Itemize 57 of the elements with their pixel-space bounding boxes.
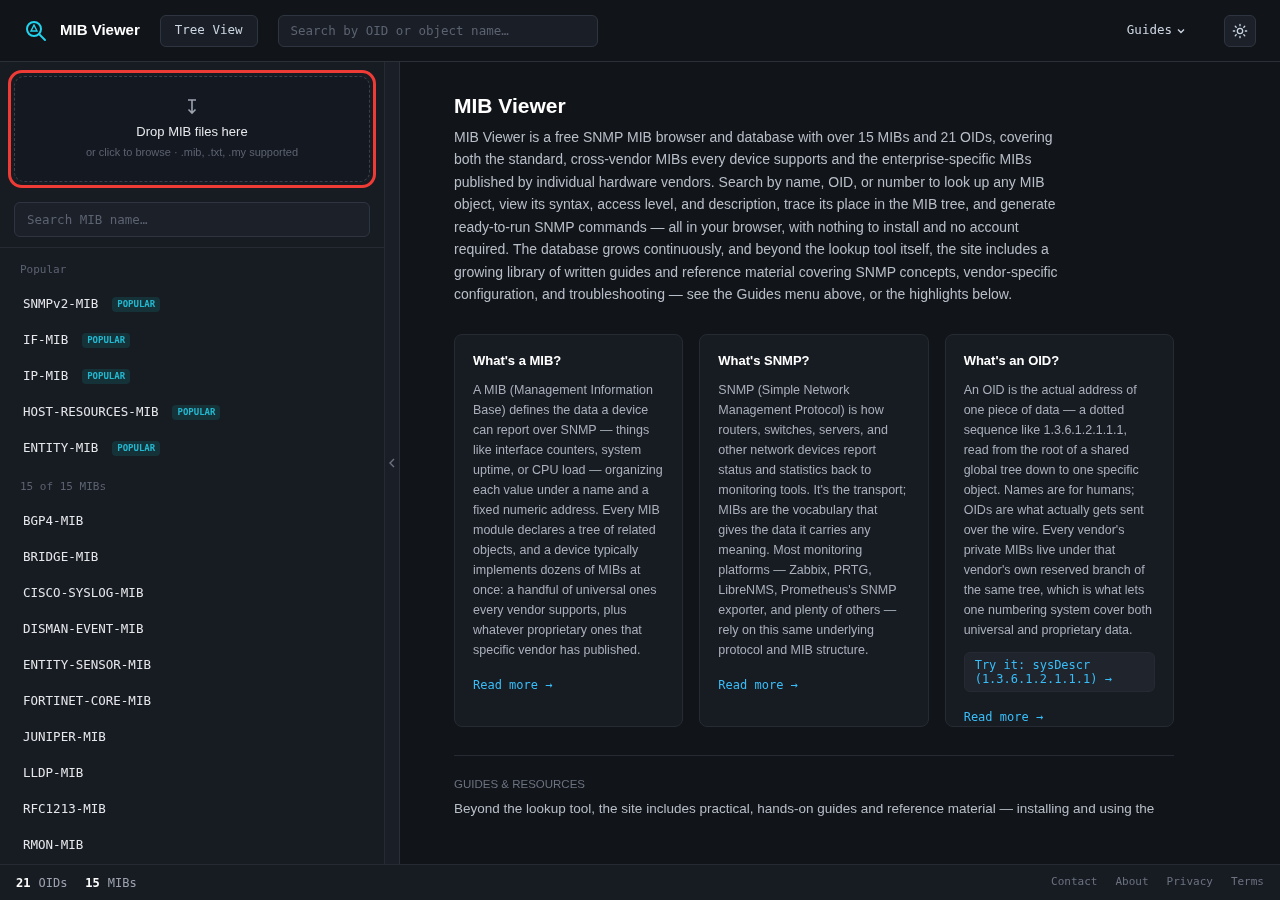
mib-list-item[interactable]: ENTITY-MIB [23,439,99,458]
mib-list-item[interactable]: JUNIPER-MIB [23,727,106,747]
guides-menu[interactable]: Guides [1126,21,1186,40]
page-title: MIB Viewer [454,93,567,119]
drop-zone-hint: or click to browse · .mib, .txt, .my supported [85,144,299,160]
try-it-link[interactable]: Try it: sysDescr (1.3.6.1.2.1.1.1) → [963,652,1155,692]
section-heading: GUIDES & RESOURCES [454,776,586,792]
footer-link[interactable]: Privacy [1166,874,1213,891]
card-text: An OID is the actual address of one piece of data — a dotted sequence like 1.3.6.1.2.1.1.1, read from the root of a shared global tree down to one specific object. Names are for humans; OIDs are what actually gets sent over the wire. Every vendor's private MIBs live under that vendor's own reserved branch of the same tree, which is what lets one numbering system cover both universal and proprietary data. [963,382,1153,639]
mib-list-item[interactable]: LLDP-MIB [23,763,84,783]
read-more-link[interactable]: Read more → [473,676,665,694]
mib-label: MIBs [107,874,137,892]
magnifier-icon [24,18,48,43]
mib-list-item[interactable]: SNMPv2-MIB [23,295,99,314]
popular-tag: POPULAR [172,404,221,421]
tree-view-button[interactable]: Tree View [159,14,258,47]
mib-list-item[interactable]: BRIDGE-MIB [23,547,99,567]
section-heading: 15 of 15 MIBs [19,478,108,495]
read-more-link[interactable]: Read more → [963,708,1155,726]
drop-zone[interactable]: Drop MIB files here or click to browse · .mib, .txt, .my supported [8,70,376,188]
mib-list-item[interactable]: ENTITY-SENSOR-MIB [23,655,151,675]
popular-tag: POPULAR [82,332,131,349]
mib-list-item[interactable]: RFC1213-MIB [23,799,106,819]
theme-toggle[interactable] [1224,14,1256,47]
card-title: What's SNMP? [718,351,811,370]
mib-list-item[interactable]: RMON-MIB [23,835,84,855]
card-title: What's an OID? [963,351,1061,370]
mib-list-item[interactable]: IP-MIB [23,367,69,386]
drop-zone-title: Drop MIB files here [136,123,248,141]
card-title: What's a MIB? [473,351,563,370]
mib-count: 15 [85,874,100,892]
card-text: SNMP (Simple Network Management Protocol) is how routers, switches, servers, and other network devices report status and statistics back to monitoring tools. It's the transport; MIBs are the vocabulary that gives the data it carries any meaning. Most monitoring platforms — Zabbix, PRTG, LibreNMS, Prometheus's SNMP exporter, and plenty of others — rely on this same underlying protocol and MIB structure. [718,382,908,659]
intro-paragraph: MIB Viewer is a free SNMP MIB browser and database with over 15 MIBs and 21 OIDs, covering both the standard, cross-vendor MIBs every device supports and the enterprise-specific MIBs published by individual hardware vendors. Search by name, OID, or number to look up any MIB object, view its syntax, access level, and description, trace its place in the MIB tree, and generate ready-to-run SNMP commands — all in your browser, with nothing to install and no account required. The database grows continuously, and beyond the lookup tool itself, the site includes a growing library of written guides and reference material covering SNMP concepts, vendor-specific configuration, and troubleshooting — see the Guides menu above, or the highlights below. [454,127,1059,304]
oid-count: 21 [16,874,31,892]
mib-list-item[interactable]: CISCO-SYSLOG-MIB [23,583,144,603]
card-text: A MIB (Management Information Base) defines the data a device can report over SNMP — things like interface counters, system uptime, or CPU load — organizing each value under a name and a fixed numeric address. Every MIB module declares a tree of related objects, and a device typically implements dozens of MIBs at once: a handful of universal ones every vendor supports, plus whatever proprietary ones that specific vendor has published. [473,382,664,659]
download-arrow-icon [186,98,198,116]
footer-link[interactable]: Terms [1230,874,1264,891]
guides-paragraph: Beyond the lookup tool, the site includes practical, hands-on guides and reference material — installing and using the [454,799,1156,818]
mib-list-item[interactable]: DISMAN-EVENT-MIB [23,619,144,639]
section-heading: Popular [19,262,68,278]
read-more-link[interactable]: Read more → [718,676,910,694]
search-field[interactable]: Search by OID or object name… [277,14,598,47]
sun-icon [1232,22,1248,39]
popular-tag: POPULAR [82,368,131,385]
footer-link[interactable]: About [1115,874,1149,891]
mib-list-item[interactable]: HOST-RESOURCES-MIB [23,403,159,422]
mib-list-item[interactable]: IF-MIB [23,331,69,350]
popular-tag: POPULAR [112,440,161,457]
mib-list-item[interactable]: FORTINET-CORE-MIB [23,691,151,711]
footer-link[interactable]: Contact [1051,874,1098,891]
collapse-chevron-icon[interactable] [389,458,395,468]
popular-tag: POPULAR [112,296,161,313]
app-title: MIB Viewer [60,20,140,41]
oid-label: OIDs [38,874,68,892]
mib-search-field[interactable]: Search MIB name… [14,202,370,237]
mib-list-item[interactable]: BGP4-MIB [23,511,84,531]
